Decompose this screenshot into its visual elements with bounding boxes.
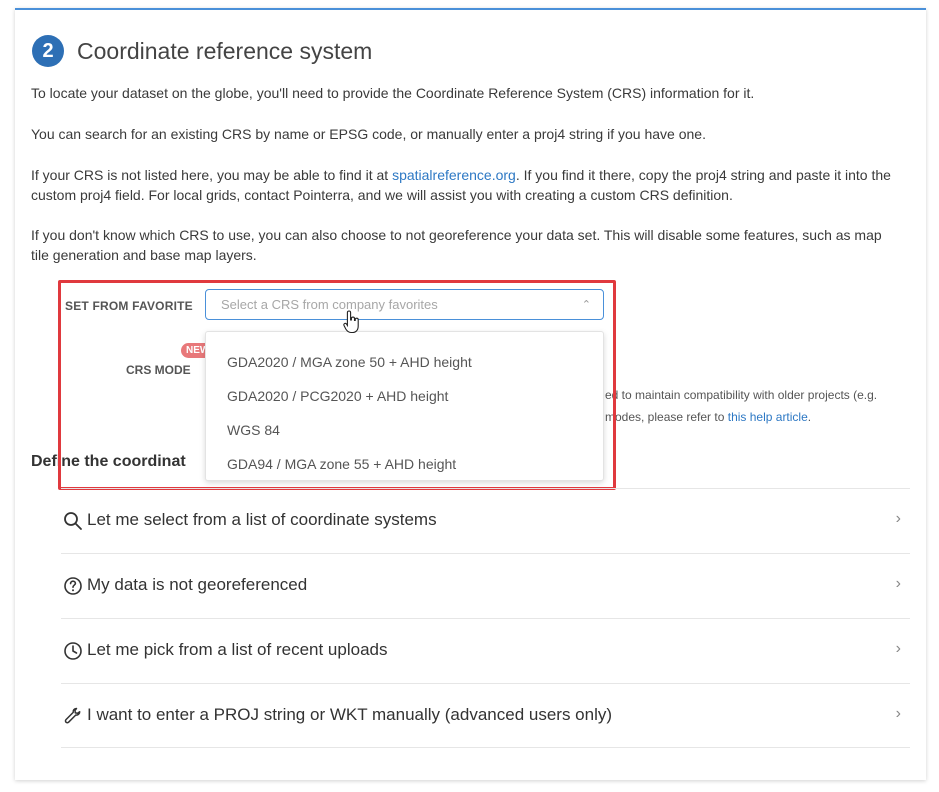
option-not-georeferenced[interactable]: My data is not georeferenced ›	[61, 553, 910, 618]
not-listed-paragraph: If your CRS is not listed here, you may …	[31, 165, 901, 205]
option-label: Let me select from a list of coordinate …	[87, 510, 437, 529]
chevron-right-icon: ›	[895, 510, 901, 527]
not-listed-text-start: If your CRS is not listed here, you may …	[31, 167, 393, 183]
step-number-badge: 2	[32, 35, 64, 67]
wrench-icon	[64, 707, 81, 724]
option-label: I want to enter a PROJ string or WKT man…	[87, 705, 613, 724]
crs-mode-help: modes, please refer to this help article…	[605, 410, 811, 424]
chevron-right-icon: ›	[895, 705, 901, 722]
option-label: My data is not georeferenced	[87, 575, 308, 594]
intro-paragraph: To locate your dataset on the globe, you…	[31, 85, 755, 101]
option-select-from-list[interactable]: Let me select from a list of coordinate …	[61, 488, 910, 553]
crs-card: 2 Coordinate reference system To locate …	[15, 8, 926, 780]
question-circle-icon	[64, 577, 82, 595]
section-title: Coordinate reference system	[77, 38, 373, 64]
highlight-box	[58, 280, 616, 490]
crs-mode-help-text: modes, please refer to	[605, 410, 728, 424]
crs-mode-help-period: .	[807, 410, 812, 424]
no-georeference-paragraph: If you don't know which CRS to use, you …	[31, 227, 882, 263]
clock-icon	[64, 642, 82, 660]
help-article-link[interactable]: this help article	[728, 410, 808, 424]
search-icon	[64, 512, 82, 530]
crs-mode-description: ed to maintain compatibility with older …	[605, 388, 878, 402]
chevron-right-icon: ›	[895, 575, 901, 592]
option-manual-proj[interactable]: I want to enter a PROJ string or WKT man…	[61, 683, 910, 748]
chevron-right-icon: ›	[895, 640, 901, 657]
spatialreference-link[interactable]: spatialreference.org	[392, 167, 516, 183]
search-info-paragraph: You can search for an existing CRS by na…	[31, 126, 706, 142]
option-recent-uploads[interactable]: Let me pick from a list of recent upload…	[61, 618, 910, 683]
option-label: Let me pick from a list of recent upload…	[87, 640, 388, 659]
